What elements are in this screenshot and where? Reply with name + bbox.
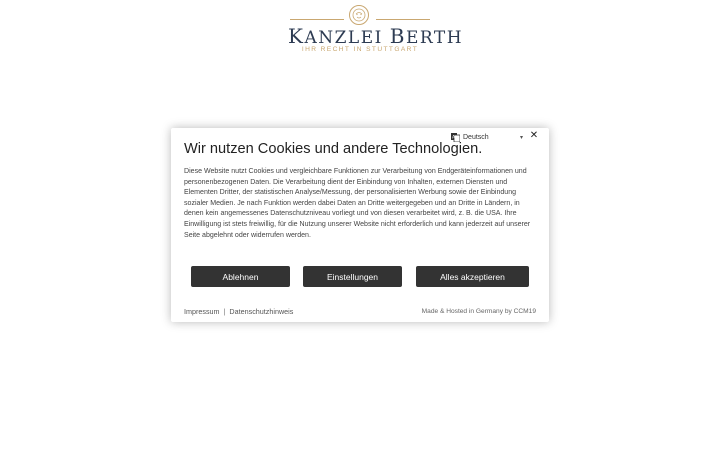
footer-separator: | <box>223 307 226 316</box>
reject-button[interactable]: Ablehnen <box>191 266 290 287</box>
hosting-credit: Made & Hosted in Germany by CCM19 <box>421 308 536 315</box>
brand-name: KANZLEI BERTH <box>288 24 464 48</box>
lion-emblem-icon <box>349 5 369 25</box>
accept-all-button[interactable]: Alles akzeptieren <box>416 266 529 287</box>
logo-line-left <box>290 19 344 20</box>
chevron-down-icon: ▾ <box>519 134 523 141</box>
dialog-title: Wir nutzen Cookies und andere Technologi… <box>184 141 483 157</box>
site-logo[interactable]: KANZLEI BERTH IHR RECHT IN STUTTGART <box>288 4 464 56</box>
dialog-body-text: Diese Website nutzt Cookies und vergleic… <box>184 168 531 239</box>
settings-button[interactable]: Einstellungen <box>303 266 402 287</box>
language-label: Deutsch <box>463 133 489 141</box>
cookie-consent-dialog: A Deutsch ▾ ✕ Wir nutzen Cookies und and… <box>171 128 549 322</box>
logo-line-right <box>376 19 430 20</box>
imprint-link[interactable]: Impressum <box>184 307 220 316</box>
privacy-link[interactable]: Datenschutzhinweis <box>229 307 293 316</box>
brand-tagline: IHR RECHT IN STUTTGART <box>301 46 419 53</box>
footer-links: Impressum | Datenschutzhinweis <box>184 307 293 316</box>
close-icon[interactable]: ✕ <box>529 131 539 141</box>
